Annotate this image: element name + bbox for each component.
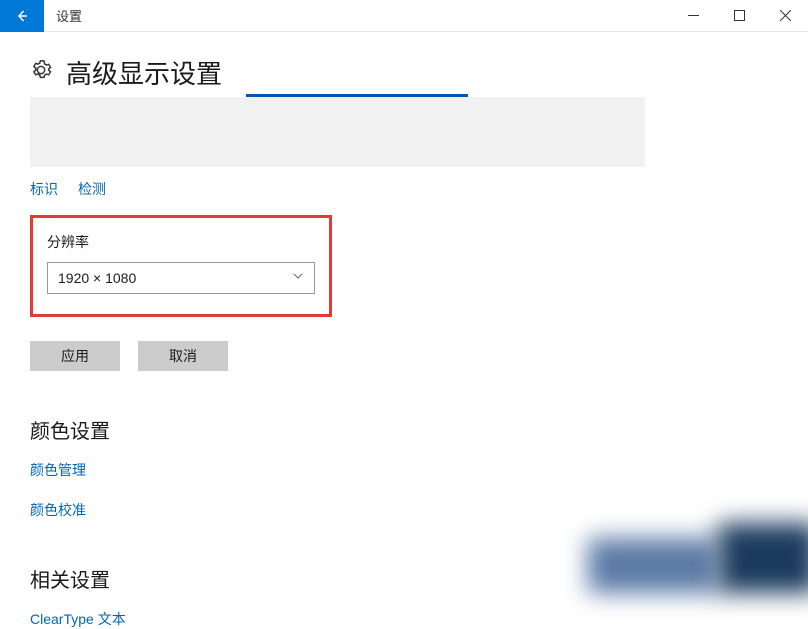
close-button[interactable] — [762, 0, 808, 32]
color-management-link[interactable]: 颜色管理 — [30, 460, 778, 480]
chevron-down-icon — [292, 269, 304, 287]
titlebar: 设置 — [0, 0, 808, 32]
color-section-heading: 颜色设置 — [30, 415, 778, 444]
close-icon — [780, 10, 791, 21]
accent-underline — [246, 94, 468, 97]
window-controls — [670, 0, 808, 32]
back-button[interactable] — [0, 0, 44, 32]
maximize-button[interactable] — [716, 0, 762, 32]
window-title: 设置 — [56, 6, 82, 25]
page-heading-row: 高级显示设置 — [30, 54, 778, 91]
apply-button[interactable]: 应用 — [30, 341, 120, 371]
action-buttons: 应用 取消 — [30, 341, 778, 371]
resolution-value: 1920 × 1080 — [58, 270, 136, 286]
minimize-button[interactable] — [670, 0, 716, 32]
resolution-highlight: 分辨率 1920 × 1080 — [30, 215, 332, 317]
display-links: 标识 检测 — [30, 179, 778, 199]
identify-link[interactable]: 标识 — [30, 179, 58, 199]
resolution-select[interactable]: 1920 × 1080 — [47, 262, 315, 294]
gear-icon — [30, 59, 52, 86]
detect-link[interactable]: 检测 — [78, 179, 106, 199]
cancel-button[interactable]: 取消 — [138, 341, 228, 371]
minimize-icon — [688, 10, 699, 21]
maximize-icon — [734, 10, 745, 21]
corner-smudge — [548, 513, 808, 583]
page-title: 高级显示设置 — [66, 54, 222, 91]
arrow-left-icon — [14, 8, 30, 24]
resolution-label: 分辨率 — [47, 232, 315, 252]
cleartype-link[interactable]: ClearType 文本 — [30, 609, 778, 629]
display-preview — [30, 97, 645, 167]
